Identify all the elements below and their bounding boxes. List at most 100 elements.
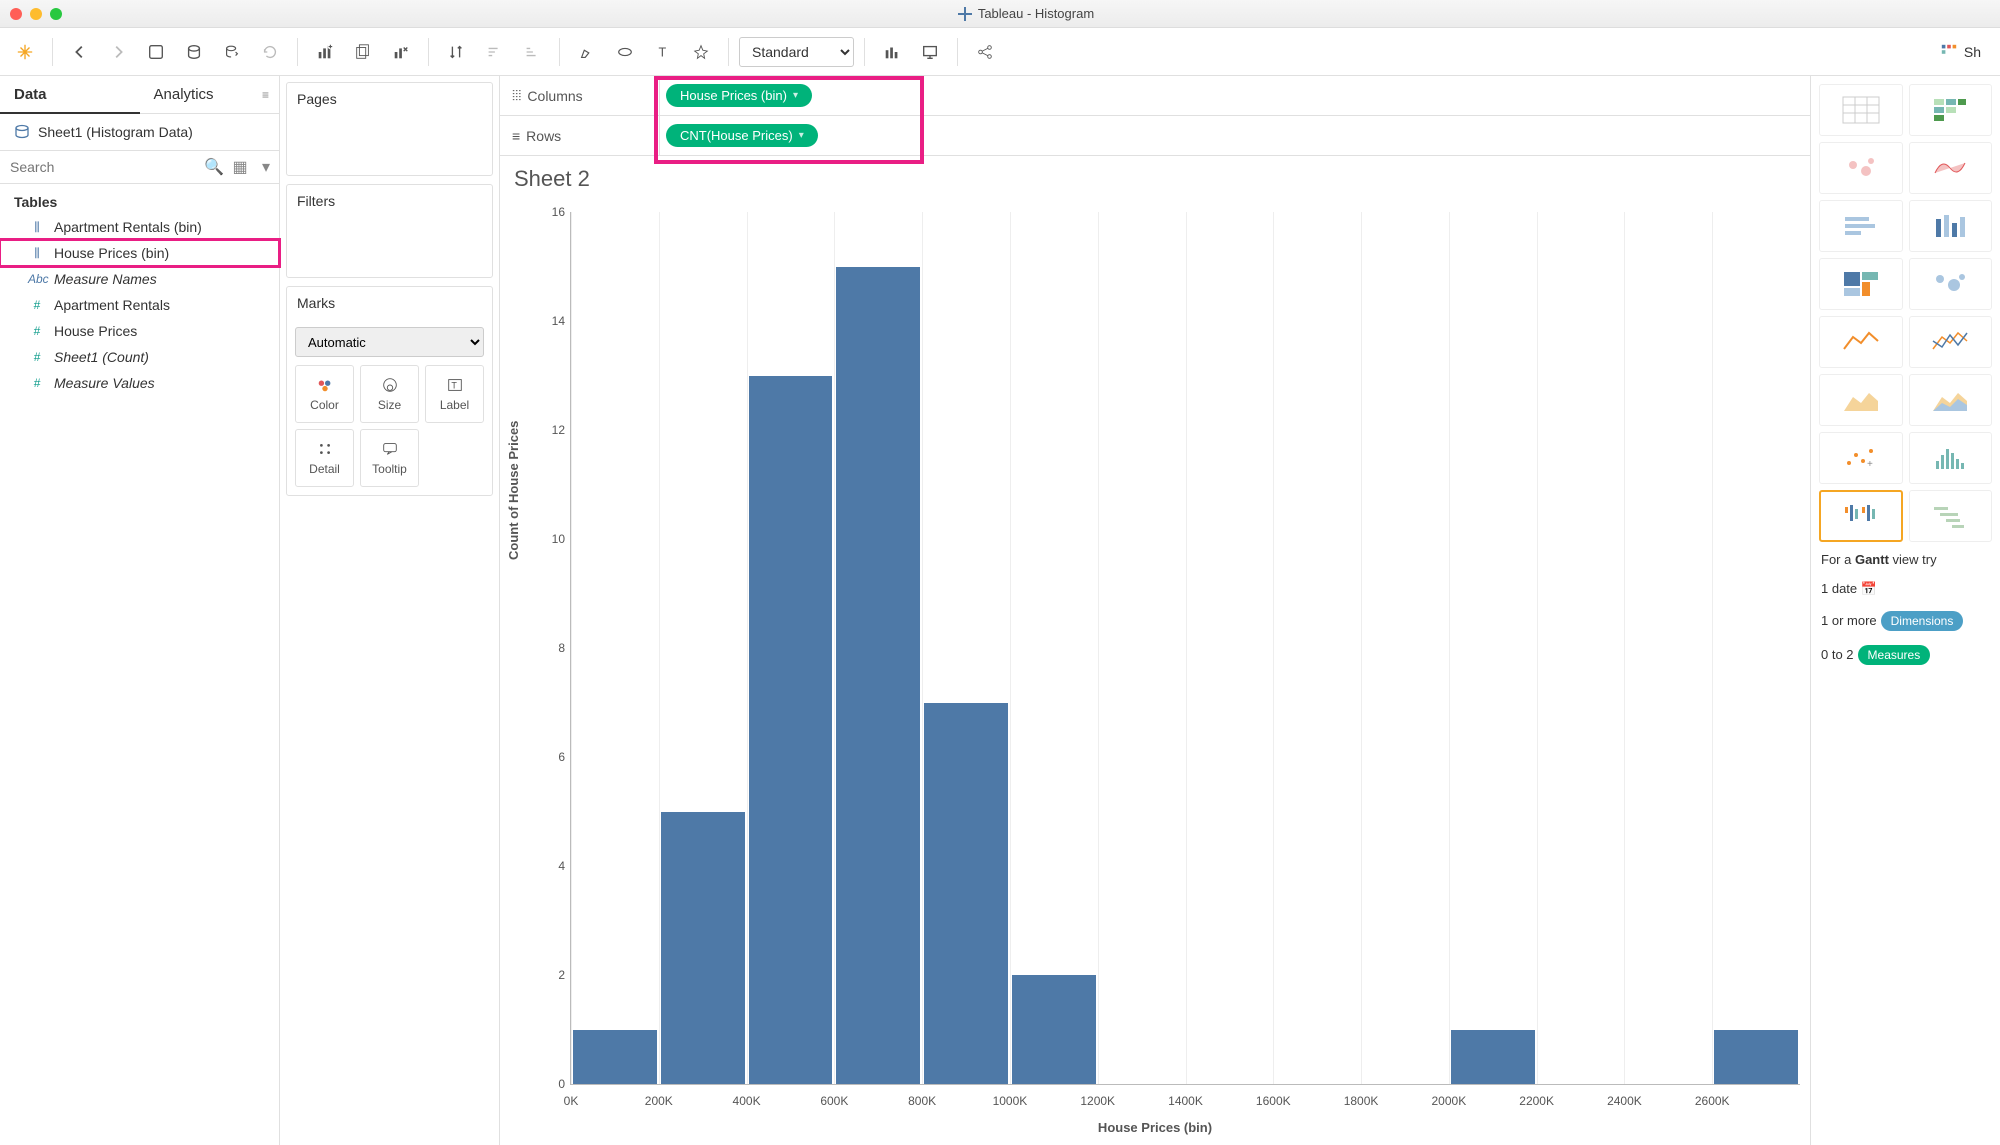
shelves-column: Pages Filters Marks Automatic Color Size…: [280, 76, 500, 1145]
mark-tooltip-button[interactable]: Tooltip: [360, 429, 419, 487]
new-datasource-button[interactable]: [177, 35, 211, 69]
x-tick: 2600K: [1695, 1094, 1730, 1108]
datasource-icon: [14, 124, 30, 140]
x-tick: 0K: [564, 1094, 579, 1108]
back-button[interactable]: [63, 35, 97, 69]
bar[interactable]: [836, 267, 920, 1085]
duplicate-sheet-button[interactable]: [346, 35, 380, 69]
maximize-window-button[interactable]: [50, 8, 62, 20]
columns-pill[interactable]: House Prices (bin): [666, 84, 812, 107]
tab-data[interactable]: Data: [0, 76, 140, 113]
svg-text:T: T: [659, 45, 667, 59]
mark-color-button[interactable]: Color: [295, 365, 354, 423]
show-me-hint: For a Gantt view try: [1819, 548, 1992, 571]
forward-button[interactable]: [101, 35, 135, 69]
datasource-row[interactable]: Sheet1 (Histogram Data): [0, 114, 279, 150]
y-tick: 16: [531, 205, 565, 219]
clear-sheet-button[interactable]: [384, 35, 418, 69]
analytics-menu-icon[interactable]: ≡: [262, 88, 269, 102]
showme-table[interactable]: [1819, 84, 1903, 136]
field-measure-values[interactable]: #Measure Values: [0, 370, 279, 396]
undo-button[interactable]: [253, 35, 287, 69]
x-tick: 600K: [820, 1094, 848, 1108]
canvas-area: ⦙⦙⦙Columns House Prices (bin) ≡Rows CNT(…: [500, 76, 1810, 1145]
field-type-icon: #: [28, 376, 46, 390]
pages-shelf[interactable]: Pages: [286, 82, 493, 176]
view-toggle-icon[interactable]: ▦: [227, 157, 253, 177]
group-button[interactable]: [608, 35, 642, 69]
mark-label-button[interactable]: TLabel: [425, 365, 484, 423]
showme-hbar[interactable]: [1819, 200, 1903, 252]
save-button[interactable]: [139, 35, 173, 69]
chart-plot[interactable]: 02468101214160K200K400K600K800K1000K1200…: [570, 212, 1800, 1085]
field-sheet1-count-[interactable]: #Sheet1 (Count): [0, 344, 279, 370]
filters-shelf[interactable]: Filters: [286, 184, 493, 278]
showme-filledmap[interactable]: [1909, 142, 1993, 194]
showme-sidebyside[interactable]: [1819, 490, 1903, 542]
search-icon: 🔍: [201, 157, 227, 177]
fit-dropdown[interactable]: Standard: [739, 37, 854, 67]
mark-type-dropdown[interactable]: Automatic: [295, 327, 484, 357]
showme-map[interactable]: [1819, 142, 1903, 194]
bar[interactable]: [924, 703, 1008, 1085]
field-house-prices[interactable]: #House Prices: [0, 318, 279, 344]
rows-pill[interactable]: CNT(House Prices): [666, 124, 818, 147]
show-cards-button[interactable]: [875, 35, 909, 69]
showme-histogram[interactable]: [1909, 432, 1993, 484]
pin-button[interactable]: [684, 35, 718, 69]
mark-size-button[interactable]: Size: [360, 365, 419, 423]
field-apartment-rentals-bin-[interactable]: ⫼Apartment Rentals (bin): [0, 214, 279, 240]
field-measure-names[interactable]: AbcMeasure Names: [0, 266, 279, 292]
field-house-prices-bin-[interactable]: ⫼House Prices (bin): [0, 240, 279, 266]
text-button[interactable]: T: [646, 35, 680, 69]
showme-dualarea[interactable]: [1909, 374, 1993, 426]
bar[interactable]: [661, 812, 745, 1085]
sort-asc-button[interactable]: [477, 35, 511, 69]
showme-scatter[interactable]: +: [1819, 432, 1903, 484]
minimize-window-button[interactable]: [30, 8, 42, 20]
showme-treemap[interactable]: [1819, 258, 1903, 310]
sort-desc-button[interactable]: [515, 35, 549, 69]
tableau-logo-button[interactable]: [8, 35, 42, 69]
highlight-button[interactable]: [570, 35, 604, 69]
showme-line[interactable]: [1819, 316, 1903, 368]
bar[interactable]: [749, 376, 833, 1085]
x-tick: 1400K: [1168, 1094, 1203, 1108]
pane-menu-icon[interactable]: ▾: [253, 157, 279, 177]
refresh-datasource-button[interactable]: [215, 35, 249, 69]
showme-stackbar[interactable]: [1909, 200, 1993, 252]
show-me-toggle[interactable]: Sh: [1929, 37, 1992, 67]
showme-area[interactable]: [1819, 374, 1903, 426]
bar[interactable]: [573, 1030, 657, 1085]
mark-detail-button[interactable]: Detail: [295, 429, 354, 487]
field-apartment-rentals[interactable]: #Apartment Rentals: [0, 292, 279, 318]
bar[interactable]: [1451, 1030, 1535, 1085]
toolbar: T Standard Sh: [0, 28, 2000, 76]
x-tick: 2200K: [1519, 1094, 1554, 1108]
tab-analytics[interactable]: Analytics≡: [140, 76, 280, 113]
sheet-title[interactable]: Sheet 2: [500, 156, 1810, 202]
svg-text:T: T: [451, 381, 457, 391]
showme-heatmap[interactable]: [1909, 84, 1993, 136]
showme-gantt[interactable]: [1909, 490, 1993, 542]
bar[interactable]: [1012, 975, 1096, 1084]
columns-shelf[interactable]: House Prices (bin): [660, 84, 1810, 107]
window-title: Tableau - Histogram: [62, 6, 1990, 21]
showme-circle[interactable]: [1909, 258, 1993, 310]
swap-button[interactable]: [439, 35, 473, 69]
y-tick: 0: [531, 1077, 565, 1091]
search-input[interactable]: [0, 151, 201, 183]
close-window-button[interactable]: [10, 8, 22, 20]
rows-shelf[interactable]: CNT(House Prices): [660, 124, 1810, 147]
y-tick: 2: [531, 968, 565, 982]
share-button[interactable]: [968, 35, 1002, 69]
x-tick: 1000K: [993, 1094, 1028, 1108]
presentation-button[interactable]: [913, 35, 947, 69]
tableau-logo-icon: [958, 7, 972, 21]
bar[interactable]: [1714, 1030, 1798, 1085]
y-tick: 4: [531, 859, 565, 873]
show-me-panel: + For a Gantt view try 1 date 📅 1 or mor…: [1810, 76, 2000, 1145]
y-tick: 6: [531, 750, 565, 764]
showme-dualline[interactable]: [1909, 316, 1993, 368]
new-worksheet-button[interactable]: [308, 35, 342, 69]
